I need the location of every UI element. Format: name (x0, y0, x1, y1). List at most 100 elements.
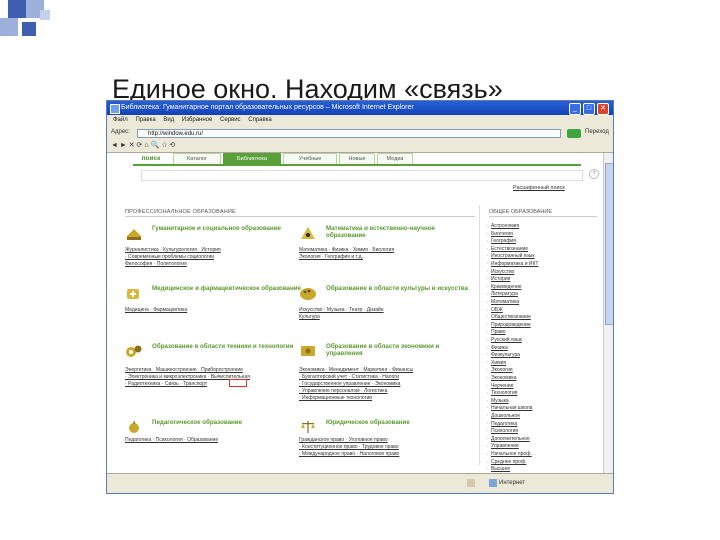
general-subject-link[interactable]: Начальная школа (487, 405, 532, 411)
category-title[interactable]: Образование в области экономики и управл… (326, 343, 476, 357)
menu-edit[interactable]: Правка (135, 117, 155, 123)
nav-icons[interactable]: ◄ ► ✕ ⟳ ⌂ 🔍 ☆ ⟲ (111, 141, 175, 149)
general-subject-link[interactable]: Экология (487, 367, 513, 373)
category-links: Экономика · Менеджмент · Маркетинг · Фин… (299, 367, 479, 402)
menu-file[interactable]: Файл (113, 117, 128, 123)
category-title[interactable]: Образование в области техники и технолог… (152, 343, 302, 350)
general-subject-link[interactable]: Информатика и ИКТ (487, 261, 538, 267)
category-link[interactable]: · Международное право · Налоговое право (299, 451, 479, 458)
category-link[interactable]: Экономика · Менеджмент · Маркетинг · Фин… (299, 367, 479, 374)
general-subject-link[interactable]: Астрономия (487, 223, 519, 229)
category-link[interactable]: Искусство · Музыка · Театр · Дизайн (299, 307, 479, 314)
category-links: Энергетика · Машиностроение · Приборостр… (125, 367, 305, 388)
vertical-scrollbar[interactable] (603, 153, 613, 473)
menu-view[interactable]: Вид (163, 117, 174, 123)
general-subject-link[interactable]: Среднее проф. (487, 459, 527, 465)
general-subject-link[interactable]: Краеведение (487, 284, 522, 290)
window-title: Библиотека: Гуманитарное портал образова… (121, 104, 414, 111)
category-link[interactable]: Математика · Физика · Химия · Биология (299, 247, 479, 254)
category-link[interactable]: Гражданское право · Уголовное право (299, 437, 479, 444)
general-subject-link[interactable]: Химия (487, 360, 506, 366)
decor-square-5 (40, 10, 50, 20)
category-links: Гражданское право · Уголовное право · Ко… (299, 437, 479, 458)
general-subject-link[interactable]: Экономика (487, 375, 517, 381)
palette-icon (300, 288, 316, 300)
menu-tools[interactable]: Сервис (220, 117, 241, 123)
category-link[interactable]: Журналистика · Культурология · История (125, 247, 305, 254)
general-subject-link[interactable]: Психология (487, 428, 518, 434)
category-link[interactable]: · Современные проблемы социологии (125, 254, 305, 261)
category-link[interactable]: · Бухгалтерский учет · Статистика · Нало… (299, 374, 479, 381)
general-subject-link[interactable]: Математика (487, 299, 519, 305)
general-subject-link[interactable]: Естествознание (487, 246, 528, 252)
category-link[interactable]: Экология · География и т.д. (299, 254, 479, 261)
general-subject-link[interactable]: Высшее (487, 466, 510, 472)
general-subject-link[interactable]: Искусство (487, 269, 515, 275)
help-icon[interactable]: ? (589, 169, 599, 179)
scales-icon (301, 421, 315, 433)
category-link[interactable]: Медицина · Фармацевтика (125, 307, 305, 314)
decor-square-3 (0, 18, 18, 36)
general-subject-link[interactable]: Природоведение (487, 322, 531, 328)
general-subject-link[interactable]: Черчение (487, 383, 513, 389)
general-subject-link[interactable]: Управление (487, 443, 519, 449)
maximize-button[interactable]: □ (583, 103, 595, 115)
tabs-underline (133, 164, 581, 166)
close-button[interactable]: ✕ (597, 103, 609, 115)
general-subject-link[interactable]: Дополнительное (487, 436, 530, 442)
general-subject-link[interactable]: ОБЖ (487, 307, 503, 313)
menu-bar: Файл Правка Вид Избранное Сервис Справка (107, 115, 613, 126)
general-subject-link[interactable]: Биология (487, 231, 513, 237)
menu-help[interactable]: Справка (248, 117, 272, 123)
category-title[interactable]: Юридическое образование (326, 419, 476, 426)
general-subject-link[interactable]: Технология (487, 390, 518, 396)
go-button[interactable]: Переход (585, 129, 609, 135)
category-link[interactable]: · Информационные технологии (299, 395, 479, 402)
address-input[interactable]: http://window.edu.ru/ (137, 129, 561, 138)
go-arrow-icon[interactable] (567, 129, 581, 138)
general-subject-link[interactable]: Право (487, 329, 505, 335)
category-title[interactable]: Медицинское и фармацевтическое образован… (152, 285, 302, 292)
address-label: Адрес: (111, 129, 130, 135)
general-subject-link[interactable]: Физика (487, 345, 508, 351)
tab-search[interactable]: поиск (133, 153, 169, 164)
general-subject-link[interactable]: Педагогика (487, 421, 517, 427)
browser-screenshot: Библиотека: Гуманитарное портал образова… (106, 100, 614, 494)
minimize-button[interactable]: _ (569, 103, 581, 115)
category-link[interactable]: · Электроника и микроэлектроника · Вычис… (125, 374, 305, 381)
category-title[interactable]: Математика и естественно-научное образов… (326, 225, 476, 239)
category-title[interactable]: Гуманитарное и социальное образование (152, 225, 302, 232)
category-title[interactable]: Образование в области культуры и искусст… (326, 285, 476, 292)
category-links: Педагогика · Психология · Образование (125, 437, 305, 444)
category-link[interactable]: Энергетика · Машиностроение · Приборостр… (125, 367, 305, 374)
general-subject-link[interactable]: Физкультура (487, 352, 520, 358)
triangle-ruler-icon (301, 227, 315, 239)
category-link[interactable]: · Радиотехника · Связь · Транспорт (125, 381, 305, 388)
category-link[interactable]: · Конституционное право · Трудовое право (299, 444, 479, 451)
category-link[interactable]: Философия · Политология (125, 261, 305, 268)
category-links: Журналистика · Культурология · История ·… (125, 247, 305, 268)
menu-favorites[interactable]: Избранное (182, 117, 212, 123)
general-subject-link[interactable]: Литература (487, 291, 518, 297)
general-subject-link[interactable]: Иностранный язык (487, 253, 535, 259)
category-link[interactable]: · Управление персоналом · Логистика (299, 388, 479, 395)
general-subject-link[interactable]: Начальное проф. (487, 451, 532, 457)
search-input[interactable] (141, 170, 583, 181)
advanced-search-link[interactable]: Расширенный поиск (513, 185, 565, 191)
category-link[interactable]: Культура (299, 314, 479, 321)
scrollbar-thumb[interactable] (605, 163, 613, 325)
address-bar: Адрес: http://window.edu.ru/ Переход (111, 129, 609, 139)
highlight-marker (229, 379, 247, 387)
status-zone: Интернет (499, 480, 526, 486)
category-link[interactable]: Педагогика · Психология · Образование (125, 437, 305, 444)
general-subject-link[interactable]: Русский язык (487, 337, 522, 343)
general-subject-link[interactable]: География (487, 238, 516, 244)
general-subject-link[interactable]: Дошкольное (487, 413, 520, 419)
page-content: поиск Каталог Библиотека Учебные Новые М… (107, 153, 603, 493)
general-subject-link[interactable]: История (487, 276, 510, 282)
pharmacy-icon (127, 289, 139, 299)
category-link[interactable]: · Государственное управление · Экономика (299, 381, 479, 388)
category-title[interactable]: Педагогическое образование (152, 419, 302, 426)
general-subject-link[interactable]: Обществознание (487, 314, 531, 320)
general-subject-link[interactable]: Музыка (487, 398, 509, 404)
